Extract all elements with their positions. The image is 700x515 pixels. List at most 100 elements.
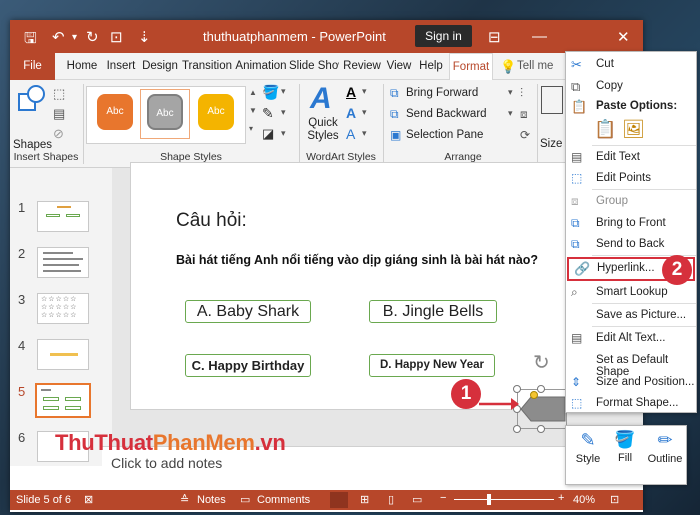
minimize-icon[interactable]: — bbox=[532, 28, 547, 45]
bring-forward-label[interactable]: Bring Forward bbox=[406, 87, 478, 99]
size-icon[interactable] bbox=[541, 86, 563, 114]
customize-toolbar-icon[interactable]: ⇣ bbox=[138, 28, 151, 46]
selection-pane-icon[interactable]: ▣ bbox=[390, 128, 401, 142]
ribbon-display-options-icon[interactable]: ⊟ bbox=[488, 28, 501, 46]
answer-d-box[interactable]: D. Happy New Year bbox=[369, 354, 495, 377]
menu-item-send-to-back[interactable]: ⧉ Send to Back bbox=[566, 234, 696, 255]
zoom-out-icon[interactable]: − bbox=[440, 492, 446, 504]
text-effects-icon[interactable]: A bbox=[346, 126, 355, 142]
menu-item-edit-points[interactable]: ⬚ Edit Points bbox=[566, 168, 696, 189]
group-objects-icon[interactable]: ⧈ bbox=[520, 107, 528, 122]
tab-review[interactable]: Review bbox=[342, 53, 382, 80]
paste-use-destination-theme-icon[interactable]: 📋 bbox=[594, 119, 616, 140]
slide-heading[interactable]: Câu hỏi: bbox=[176, 210, 247, 232]
style-swatch-gold[interactable]: Abc bbox=[198, 94, 234, 130]
resize-handle[interactable] bbox=[513, 425, 521, 433]
comments-icon[interactable]: ▭ bbox=[240, 493, 250, 506]
sign-in-button[interactable]: Sign in bbox=[415, 25, 472, 47]
normal-view-button[interactable] bbox=[330, 492, 348, 508]
resize-handle[interactable] bbox=[537, 425, 545, 433]
tab-file[interactable]: File bbox=[10, 53, 55, 80]
menu-item-set-default-shape[interactable]: Set as Default Shape bbox=[566, 350, 696, 378]
rotate-icon[interactable]: ⟳ bbox=[520, 128, 530, 142]
comments-toggle[interactable]: Comments bbox=[257, 494, 310, 506]
slide-sorter-icon[interactable]: ⊞ bbox=[360, 493, 369, 506]
slide-thumbnail-3[interactable]: ☆☆☆☆☆ ☆☆☆☆☆ ☆☆☆☆☆ bbox=[37, 293, 89, 324]
gallery-more-icon[interactable]: ▾ bbox=[249, 124, 253, 133]
outline-dropdown-icon[interactable]: ▾ bbox=[281, 107, 286, 118]
menu-item-smart-lookup[interactable]: ⌕ Smart Lookup bbox=[566, 282, 696, 303]
tab-animation[interactable]: Animation bbox=[235, 53, 287, 80]
gallery-scroll-up-icon[interactable]: ▲ bbox=[249, 88, 257, 97]
resize-handle[interactable] bbox=[537, 385, 545, 393]
quick-styles-icon[interactable]: A bbox=[310, 82, 332, 116]
undo-dropdown-icon[interactable]: ▾ bbox=[72, 32, 77, 43]
mini-style-button[interactable]: ✎ Style bbox=[572, 430, 604, 482]
merge-shapes-icon[interactable]: ⊘ bbox=[53, 126, 64, 142]
shapes-label[interactable]: Shapes bbox=[13, 139, 52, 151]
slideshow-icon[interactable]: ▭ bbox=[412, 493, 422, 506]
answer-b-box[interactable]: B. Jingle Bells bbox=[369, 300, 497, 323]
shape-outline-icon[interactable]: ✎ bbox=[262, 105, 274, 122]
menu-item-format-shape[interactable]: ⬚ Format Shape... bbox=[566, 393, 696, 414]
bring-forward-icon[interactable]: ⧉ bbox=[390, 86, 399, 101]
tab-design[interactable]: Design bbox=[141, 53, 179, 80]
style-swatch-orange[interactable]: Abc bbox=[97, 94, 133, 130]
fill-dropdown-icon[interactable]: ▾ bbox=[281, 86, 286, 97]
text-outline-dropdown-icon[interactable]: ▾ bbox=[362, 107, 367, 118]
menu-item-copy[interactable]: ⧉ Copy bbox=[566, 76, 696, 97]
slide-thumbnail-2[interactable] bbox=[37, 247, 89, 278]
size-label[interactable]: Size bbox=[540, 138, 562, 150]
quick-styles-label[interactable]: Quick Styles bbox=[306, 117, 340, 143]
send-backward-label[interactable]: Send Backward bbox=[406, 108, 487, 120]
tab-slide-show[interactable]: Slide Show bbox=[289, 53, 339, 80]
tab-insert[interactable]: Insert bbox=[103, 53, 139, 80]
menu-item-group[interactable]: ⧈ Group bbox=[566, 191, 696, 212]
answer-c-box[interactable]: C. Happy Birthday bbox=[185, 354, 311, 377]
menu-item-edit-alt-text[interactable]: ▤ Edit Alt Text... bbox=[566, 328, 696, 349]
resize-handle[interactable] bbox=[513, 385, 521, 393]
slide-question[interactable]: Bài hát tiếng Anh nổi tiếng vào dịp gián… bbox=[176, 253, 538, 267]
fit-to-window-icon[interactable]: ⊡ bbox=[610, 493, 619, 506]
notes-icon[interactable]: ≙ bbox=[180, 493, 189, 506]
effects-dropdown-icon[interactable]: ▾ bbox=[281, 128, 286, 139]
menu-item-bring-to-front[interactable]: ⧉ Bring to Front bbox=[566, 213, 696, 234]
spell-check-icon[interactable]: ⊠ bbox=[84, 493, 93, 506]
mini-outline-button[interactable]: ✏ Outline bbox=[644, 430, 686, 482]
text-outline-icon[interactable]: A bbox=[346, 105, 356, 121]
close-window-icon[interactable]: ✕ bbox=[617, 28, 630, 46]
bring-forward-dropdown-icon[interactable]: ▾ bbox=[508, 87, 513, 98]
zoom-in-icon[interactable]: + bbox=[558, 492, 564, 504]
text-fill-dropdown-icon[interactable]: ▾ bbox=[362, 86, 367, 97]
send-backward-dropdown-icon[interactable]: ▾ bbox=[508, 108, 513, 119]
shape-fill-icon[interactable]: 🪣 bbox=[262, 84, 279, 101]
text-effects-dropdown-icon[interactable]: ▾ bbox=[362, 128, 367, 139]
paste-as-picture-icon[interactable]: 🖼 bbox=[622, 119, 645, 140]
save-icon[interactable]: 🖫 bbox=[24, 28, 37, 53]
tab-view[interactable]: View bbox=[384, 53, 414, 80]
slide-thumbnail-1[interactable] bbox=[37, 201, 89, 232]
menu-item-size-and-position[interactable]: ⇕ Size and Position... bbox=[566, 372, 696, 393]
mini-fill-button[interactable]: 🪣 Fill bbox=[610, 430, 640, 482]
adjust-handle[interactable] bbox=[530, 391, 538, 399]
tab-help[interactable]: Help bbox=[417, 53, 445, 80]
shape-effects-icon[interactable]: ◪ bbox=[262, 126, 274, 142]
align-icon[interactable]: ⫶ bbox=[520, 86, 523, 101]
menu-item-cut[interactable]: ✂ Cut bbox=[566, 54, 696, 75]
send-backward-icon[interactable]: ⧉ bbox=[390, 107, 399, 122]
slide-thumbnail-4[interactable] bbox=[37, 339, 89, 370]
edit-shape-icon[interactable]: ⬚ bbox=[53, 86, 65, 102]
tab-format[interactable]: Format bbox=[449, 53, 493, 80]
zoom-level[interactable]: 40% bbox=[573, 494, 595, 506]
selection-pane-label[interactable]: Selection Pane bbox=[406, 129, 483, 141]
undo-icon[interactable]: ↶ bbox=[52, 28, 65, 46]
reading-view-icon[interactable]: ▯ bbox=[388, 493, 394, 506]
zoom-slider-track[interactable] bbox=[454, 499, 554, 500]
zoom-slider-thumb[interactable] bbox=[487, 494, 491, 505]
answer-a-box[interactable]: A. Baby Shark bbox=[185, 300, 311, 323]
tell-me-search[interactable]: Tell me bbox=[517, 60, 553, 72]
menu-item-save-as-picture[interactable]: Save as Picture... bbox=[566, 305, 696, 326]
slide-thumbnail-5-selected[interactable] bbox=[35, 383, 91, 418]
selected-arrow-shape[interactable] bbox=[519, 395, 567, 423]
tab-home[interactable]: Home bbox=[64, 53, 100, 80]
